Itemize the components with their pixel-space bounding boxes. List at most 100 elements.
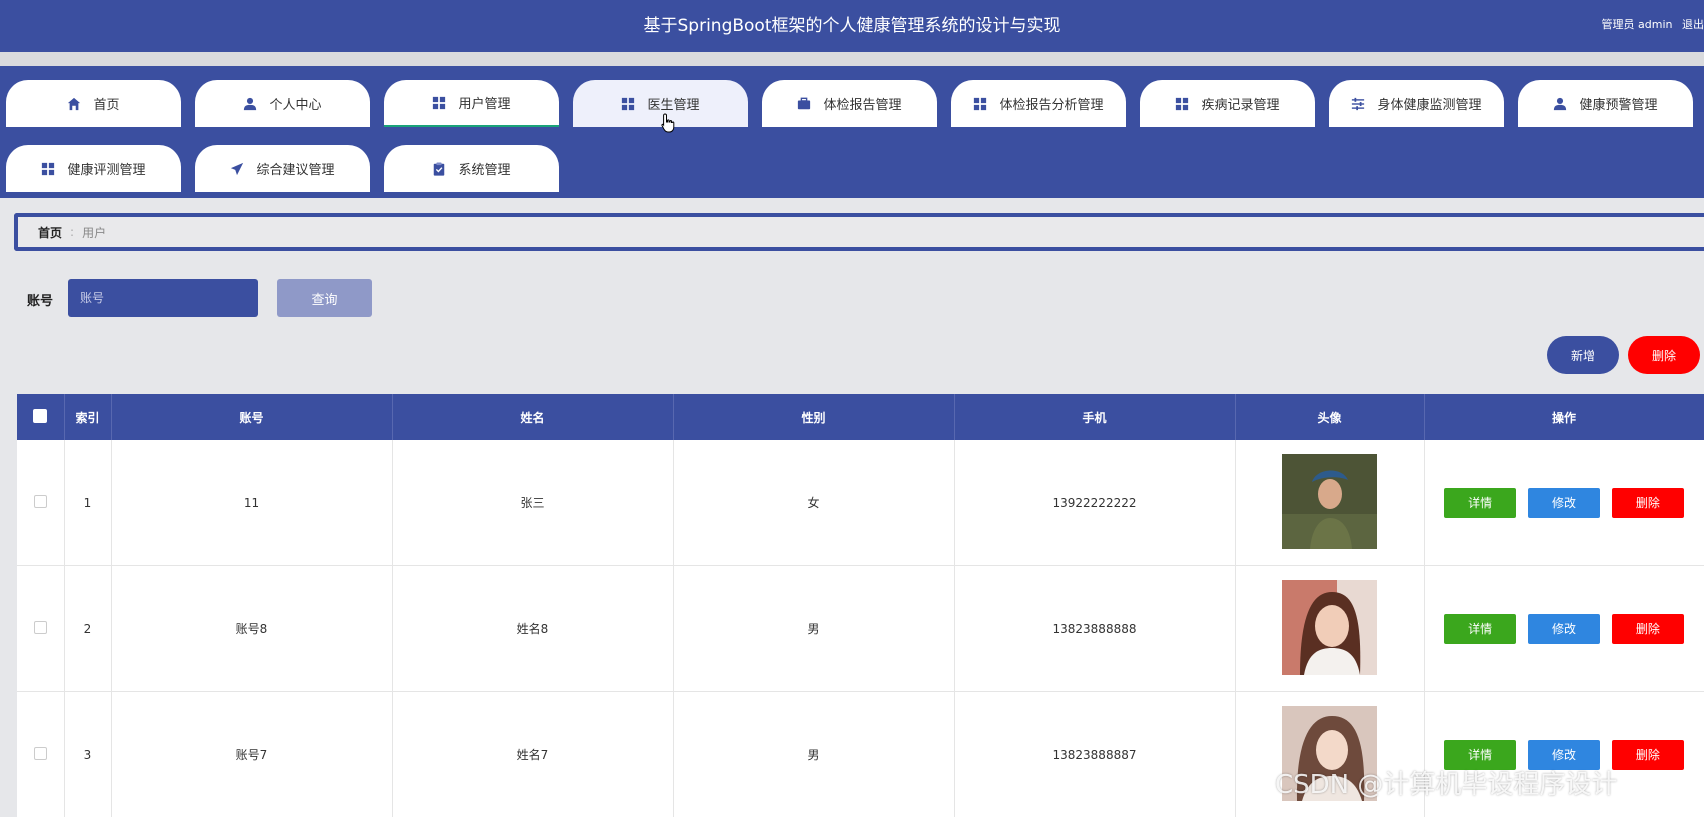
- avatar-cell: [1235, 440, 1425, 566]
- delete-button[interactable]: 删除: [1611, 739, 1684, 770]
- index-cell: 2: [64, 565, 112, 692]
- account-cell: 11: [111, 440, 393, 566]
- row-select-cell[interactable]: [17, 691, 65, 817]
- nav-tab-label: 疾病记录管理: [1201, 98, 1280, 113]
- gender-cell: 女: [673, 440, 955, 566]
- hand-cursor-icon: [661, 113, 675, 133]
- table-row: 1 11 张三 女 13922222222 详情 修改 删除: [17, 440, 1704, 566]
- user-icon: [1553, 97, 1567, 111]
- select-all-checkbox[interactable]: [33, 408, 48, 423]
- select-all-cell[interactable]: [17, 394, 65, 440]
- operations-cell: 详情 修改 删除: [1424, 440, 1704, 566]
- nav-tab-label: 健康预警管理: [1579, 98, 1658, 113]
- breadcrumb-home[interactable]: 首页: [38, 224, 62, 241]
- avatar-cell: [1235, 565, 1425, 692]
- column-header: 索引: [64, 394, 112, 440]
- nav-bar: 首页 个人中心 用户管理 医生管理 体检报告管理 体检报告分析管理 疾病记录管理…: [0, 66, 1704, 198]
- account-search-input[interactable]: [68, 279, 258, 317]
- nav-tab-label: 系统管理: [458, 163, 511, 178]
- user-role: 管理员 admin: [1601, 18, 1673, 31]
- nav-tab-label: 体检报告管理: [823, 98, 902, 113]
- avatar-image: [1282, 579, 1377, 675]
- name-cell: 姓名8: [392, 565, 674, 692]
- breadcrumb-separator: :: [70, 225, 75, 239]
- column-header: 操作: [1424, 394, 1704, 440]
- user-info: 管理员 admin 退出: [1596, 0, 1704, 50]
- column-header: 账号: [111, 394, 393, 440]
- batch-delete-button[interactable]: 删除: [1628, 336, 1700, 374]
- user-table-container: 索引 账号 姓名 性别 手机 头像 操作 1 11 张三 女 139222222…: [17, 394, 1704, 817]
- column-header: 性别: [673, 394, 955, 440]
- sliders-icon: [1351, 97, 1365, 111]
- nav-tab-report-analysis[interactable]: 体检报告分析管理: [951, 80, 1126, 127]
- nav-tab-health-monitoring[interactable]: 身体健康监测管理: [1329, 80, 1504, 127]
- search-button[interactable]: 查询: [277, 279, 372, 317]
- nav-tab-label: 首页: [93, 98, 120, 113]
- app-title: 基于SpringBoot框架的个人健康管理系统的设计与实现: [643, 16, 1061, 36]
- clipboard-icon: [432, 161, 446, 176]
- top-header: 基于SpringBoot框架的个人健康管理系统的设计与实现 管理员 admin …: [0, 0, 1704, 52]
- nav-tab-label: 用户管理: [458, 97, 511, 112]
- grid-icon: [973, 97, 987, 111]
- nav-tab-user-management[interactable]: 用户管理: [384, 80, 559, 127]
- avatar-image: [1282, 453, 1377, 549]
- name-cell: 姓名7: [392, 691, 674, 817]
- column-header: 头像: [1235, 394, 1425, 440]
- nav-tab-checkup-report[interactable]: 体检报告管理: [762, 80, 937, 127]
- grid-icon: [432, 96, 446, 110]
- gender-cell: 男: [673, 691, 955, 817]
- grid-icon: [1175, 97, 1189, 111]
- table-header-row: 索引 账号 姓名 性别 手机 头像 操作: [17, 394, 1704, 440]
- user-table: 索引 账号 姓名 性别 手机 头像 操作 1 11 张三 女 139222222…: [17, 394, 1704, 817]
- edit-button[interactable]: 修改: [1528, 613, 1600, 644]
- row-checkbox[interactable]: [33, 620, 47, 634]
- breadcrumb-current: 用户: [82, 225, 107, 240]
- nav-tab-home[interactable]: 首页: [6, 80, 181, 127]
- search-label: 账号: [27, 294, 54, 309]
- index-cell: 3: [64, 691, 112, 817]
- logout-link[interactable]: 退出: [1682, 18, 1704, 31]
- grid-icon: [621, 97, 635, 111]
- user-icon: [243, 97, 257, 111]
- name-cell: 张三: [392, 440, 674, 566]
- nav-tab-health-warning[interactable]: 健康预警管理: [1518, 80, 1693, 127]
- breadcrumb: 首页 : 用户: [14, 213, 1704, 251]
- index-cell: 1: [64, 440, 112, 566]
- phone-cell: 13823888887: [954, 691, 1236, 817]
- detail-button[interactable]: 详情: [1444, 613, 1517, 644]
- phone-cell: 13922222222: [954, 440, 1236, 566]
- header-gap: [0, 52, 1704, 66]
- row-select-cell[interactable]: [17, 565, 65, 692]
- nav-tab-label: 体检报告分析管理: [999, 98, 1104, 113]
- detail-button[interactable]: 详情: [1444, 487, 1517, 518]
- nav-tab-label: 身体健康监测管理: [1377, 98, 1482, 113]
- grid-icon: [41, 162, 55, 176]
- nav-tab-disease-records[interactable]: 疾病记录管理: [1140, 80, 1315, 127]
- nav-tab-label: 综合建议管理: [256, 163, 335, 178]
- phone-cell: 13823888888: [954, 565, 1236, 692]
- column-header: 姓名: [392, 394, 674, 440]
- csdn-watermark: CSDN @计算机毕设程序设计: [1275, 770, 1618, 800]
- column-header: 手机: [954, 394, 1236, 440]
- home-icon: [67, 97, 81, 111]
- nav-tab-label: 健康评测管理: [67, 163, 146, 178]
- nav-tab-label: 个人中心: [269, 98, 322, 113]
- account-cell: 账号8: [111, 565, 393, 692]
- briefcase-icon: [797, 97, 811, 111]
- nav-tab-advice[interactable]: 综合建议管理: [195, 145, 370, 192]
- delete-button[interactable]: 删除: [1611, 613, 1684, 644]
- add-button[interactable]: 新增: [1547, 336, 1619, 374]
- nav-tab-health-assessment[interactable]: 健康评测管理: [6, 145, 181, 192]
- account-cell: 账号7: [111, 691, 393, 817]
- nav-tab-personal-center[interactable]: 个人中心: [195, 80, 370, 127]
- delete-button[interactable]: 删除: [1611, 487, 1684, 518]
- send-icon: [230, 162, 244, 176]
- row-checkbox[interactable]: [33, 746, 47, 760]
- nav-tab-system[interactable]: 系统管理: [384, 145, 559, 192]
- table-row: 2 账号8 姓名8 男 13823888888 详情 修改 删除: [17, 565, 1704, 692]
- edit-button[interactable]: 修改: [1528, 487, 1600, 518]
- gender-cell: 男: [673, 565, 955, 692]
- row-select-cell[interactable]: [17, 440, 65, 566]
- row-checkbox[interactable]: [33, 494, 47, 508]
- operations-cell: 详情 修改 删除: [1424, 565, 1704, 692]
